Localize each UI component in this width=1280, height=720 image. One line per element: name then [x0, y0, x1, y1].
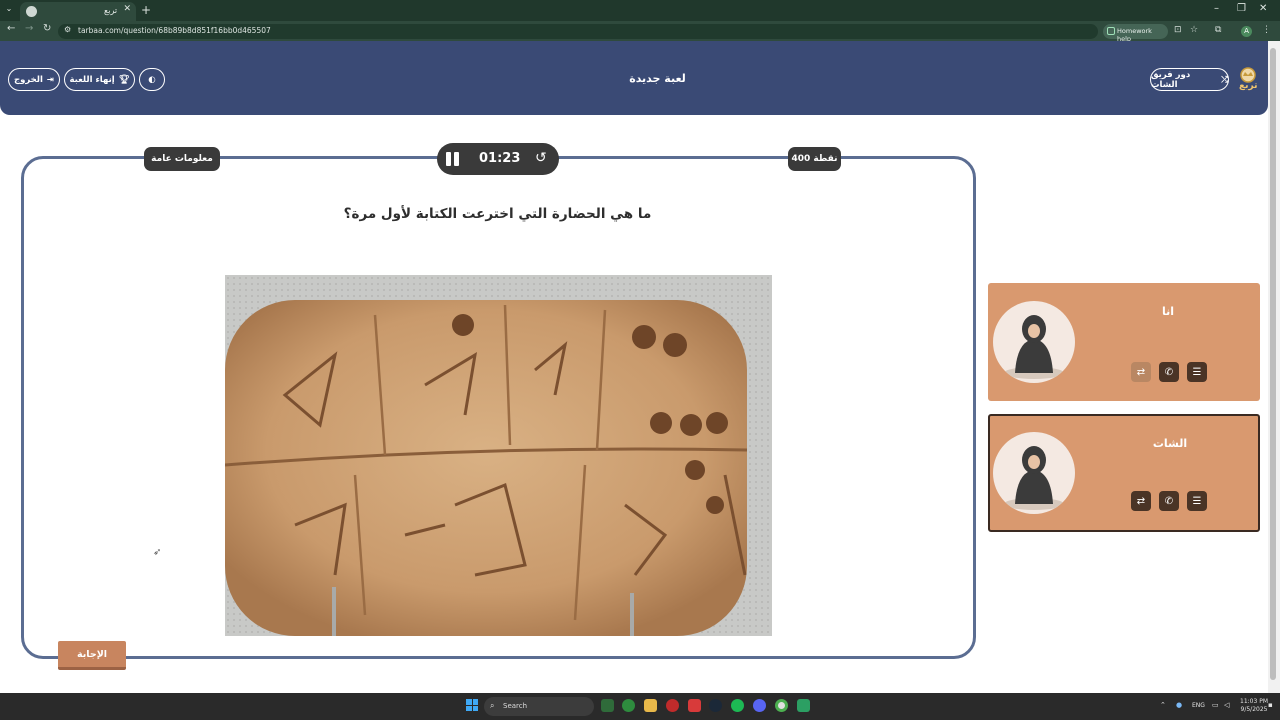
back-icon[interactable]: ←: [7, 23, 15, 34]
taskbar-app-spotify-icon[interactable]: [731, 699, 744, 712]
taskbar-search[interactable]: ⌕ Search: [484, 697, 594, 716]
question-text: ما هي الحضارة التي اخترعت الكتابة لأول م…: [343, 206, 652, 222]
tray-network-icon[interactable]: ▭: [1212, 701, 1219, 709]
list-icon: ☰: [1192, 366, 1202, 378]
site-logo[interactable]: تربع: [1237, 66, 1259, 94]
tab-close-icon[interactable]: ✕: [123, 4, 131, 14]
palette-icon: ◐: [148, 74, 156, 85]
extensions-icon[interactable]: ⧉: [1215, 25, 1221, 35]
site-info-icon[interactable]: ⚙: [64, 25, 71, 34]
shuffle-icon: ⤮: [1221, 74, 1228, 85]
team-turn-button[interactable]: دور فريق الشات ⤮: [1150, 68, 1229, 91]
taskbar-app-chrome-profile-icon[interactable]: [797, 699, 810, 712]
call-button[interactable]: ✆: [1159, 362, 1179, 382]
search-icon: ⌕: [490, 701, 495, 710]
new-tab-icon[interactable]: +: [141, 3, 151, 17]
scrollbar-thumb[interactable]: [1270, 48, 1276, 680]
exit-label: الخروج: [13, 74, 43, 85]
minimize-icon[interactable]: –: [1214, 3, 1219, 14]
timer-panel: 01:23 ↺: [437, 143, 559, 175]
team-avatar: [993, 301, 1075, 383]
taskbar-app-chrome-icon[interactable]: [775, 699, 788, 712]
logo-text: تربع: [1239, 81, 1258, 91]
team-avatar: [993, 432, 1075, 514]
taskbar-app-red-icon[interactable]: [688, 699, 701, 712]
team-card-me: انا ⇄ ✆ ☰: [988, 283, 1260, 401]
reload-icon[interactable]: ↻: [43, 23, 51, 34]
swap-card-button[interactable]: ⇄: [1131, 362, 1151, 382]
tray-mic-icon[interactable]: ●: [1176, 701, 1182, 709]
address-bar[interactable]: ⚙ tarbaa.com/question/68b89b8d851f16bb0d…: [58, 24, 1098, 39]
person-avatar-icon: [1004, 446, 1064, 510]
end-game-button[interactable]: إنهاء اللعبة 🏆︎: [64, 68, 135, 91]
team-card-chat: الشات ⇄ ✆ ☰: [988, 414, 1260, 532]
restore-icon[interactable]: ❐: [1237, 3, 1246, 14]
taskbar-app-discord-icon[interactable]: [753, 699, 766, 712]
clock-time: 11:03 PM: [1240, 698, 1268, 705]
list-button[interactable]: ☰: [1187, 362, 1207, 382]
taskbar-app-opera-icon[interactable]: [666, 699, 679, 712]
window-close-icon[interactable]: ✕: [1259, 3, 1267, 14]
answer-button[interactable]: الإجابة: [58, 641, 126, 670]
timer-value: 01:23: [479, 151, 521, 166]
homework-help-button[interactable]: Homework help: [1103, 24, 1168, 43]
points-badge: 400 نقطة: [788, 147, 841, 171]
palette-button[interactable]: ◐: [139, 68, 165, 91]
install-app-icon[interactable]: ⊡: [1174, 25, 1182, 35]
clay-tablet-image: [225, 275, 772, 636]
taskbar-clock[interactable]: 11:03 PM 9/5/2025: [1240, 698, 1268, 714]
mouse-cursor-icon: ➶: [153, 547, 162, 558]
tab-list-chevron-icon[interactable]: ⌄: [2, 4, 16, 17]
tab-favicon-icon: [26, 6, 37, 17]
team-name: الشات: [1152, 437, 1188, 450]
browser-tab-strip: [0, 0, 1280, 21]
url-text: tarbaa.com/question/68b89b8d851f16bb0d46…: [78, 26, 271, 35]
exit-icon: ⇥: [46, 74, 55, 85]
windows-taskbar: [0, 693, 1280, 720]
clock-date: 9/5/2025: [1240, 706, 1268, 713]
list-button[interactable]: ☰: [1187, 491, 1207, 511]
game-title: لعبة جديدة: [629, 72, 686, 85]
category-badge: معلومات عامة: [144, 147, 220, 171]
bookmark-star-icon[interactable]: ☆: [1190, 25, 1198, 35]
taskbar-app-xbox-icon[interactable]: [622, 699, 635, 712]
tray-volume-icon[interactable]: ◁: [1224, 701, 1229, 709]
trophy-icon: 🏆︎: [118, 74, 130, 85]
notification-bell-icon[interactable]: ▪: [1268, 701, 1273, 709]
taskbar-app-steam-icon[interactable]: [709, 699, 722, 712]
browser-tab[interactable]: تربع ✕: [20, 2, 136, 21]
language-indicator[interactable]: ENG: [1192, 702, 1205, 709]
question-image: [225, 275, 772, 636]
team-turn-label: دور فريق الشات: [1151, 69, 1191, 90]
tray-chevron-icon[interactable]: ⌃: [1160, 701, 1166, 709]
phone-icon: ✆: [1164, 366, 1174, 378]
end-game-label: إنهاء اللعبة: [69, 74, 115, 85]
start-icon[interactable]: [466, 699, 478, 711]
phone-icon: ✆: [1164, 495, 1174, 507]
forward-icon[interactable]: →: [25, 23, 33, 34]
taskbar-app-nvidia-icon[interactable]: [601, 699, 614, 712]
reset-timer-icon[interactable]: ↺: [535, 150, 547, 166]
profile-avatar[interactable]: A: [1241, 26, 1252, 37]
team-name: انا: [1161, 305, 1175, 318]
list-icon: ☰: [1192, 495, 1202, 507]
swap-card-icon: ⇄: [1136, 366, 1146, 378]
tab-title: تربع: [104, 6, 118, 15]
browser-menu-icon[interactable]: ⋮: [1262, 25, 1271, 35]
search-label: Search: [503, 702, 528, 710]
person-avatar-icon: [1004, 315, 1064, 379]
swap-card-button[interactable]: ⇄: [1131, 491, 1151, 511]
swap-card-icon: ⇄: [1136, 495, 1146, 507]
pause-icon[interactable]: [446, 152, 460, 166]
homework-help-icon: [1107, 27, 1115, 35]
call-button[interactable]: ✆: [1159, 491, 1179, 511]
taskbar-app-explorer-icon[interactable]: [644, 699, 657, 712]
exit-button[interactable]: الخروج ⇥: [8, 68, 60, 91]
